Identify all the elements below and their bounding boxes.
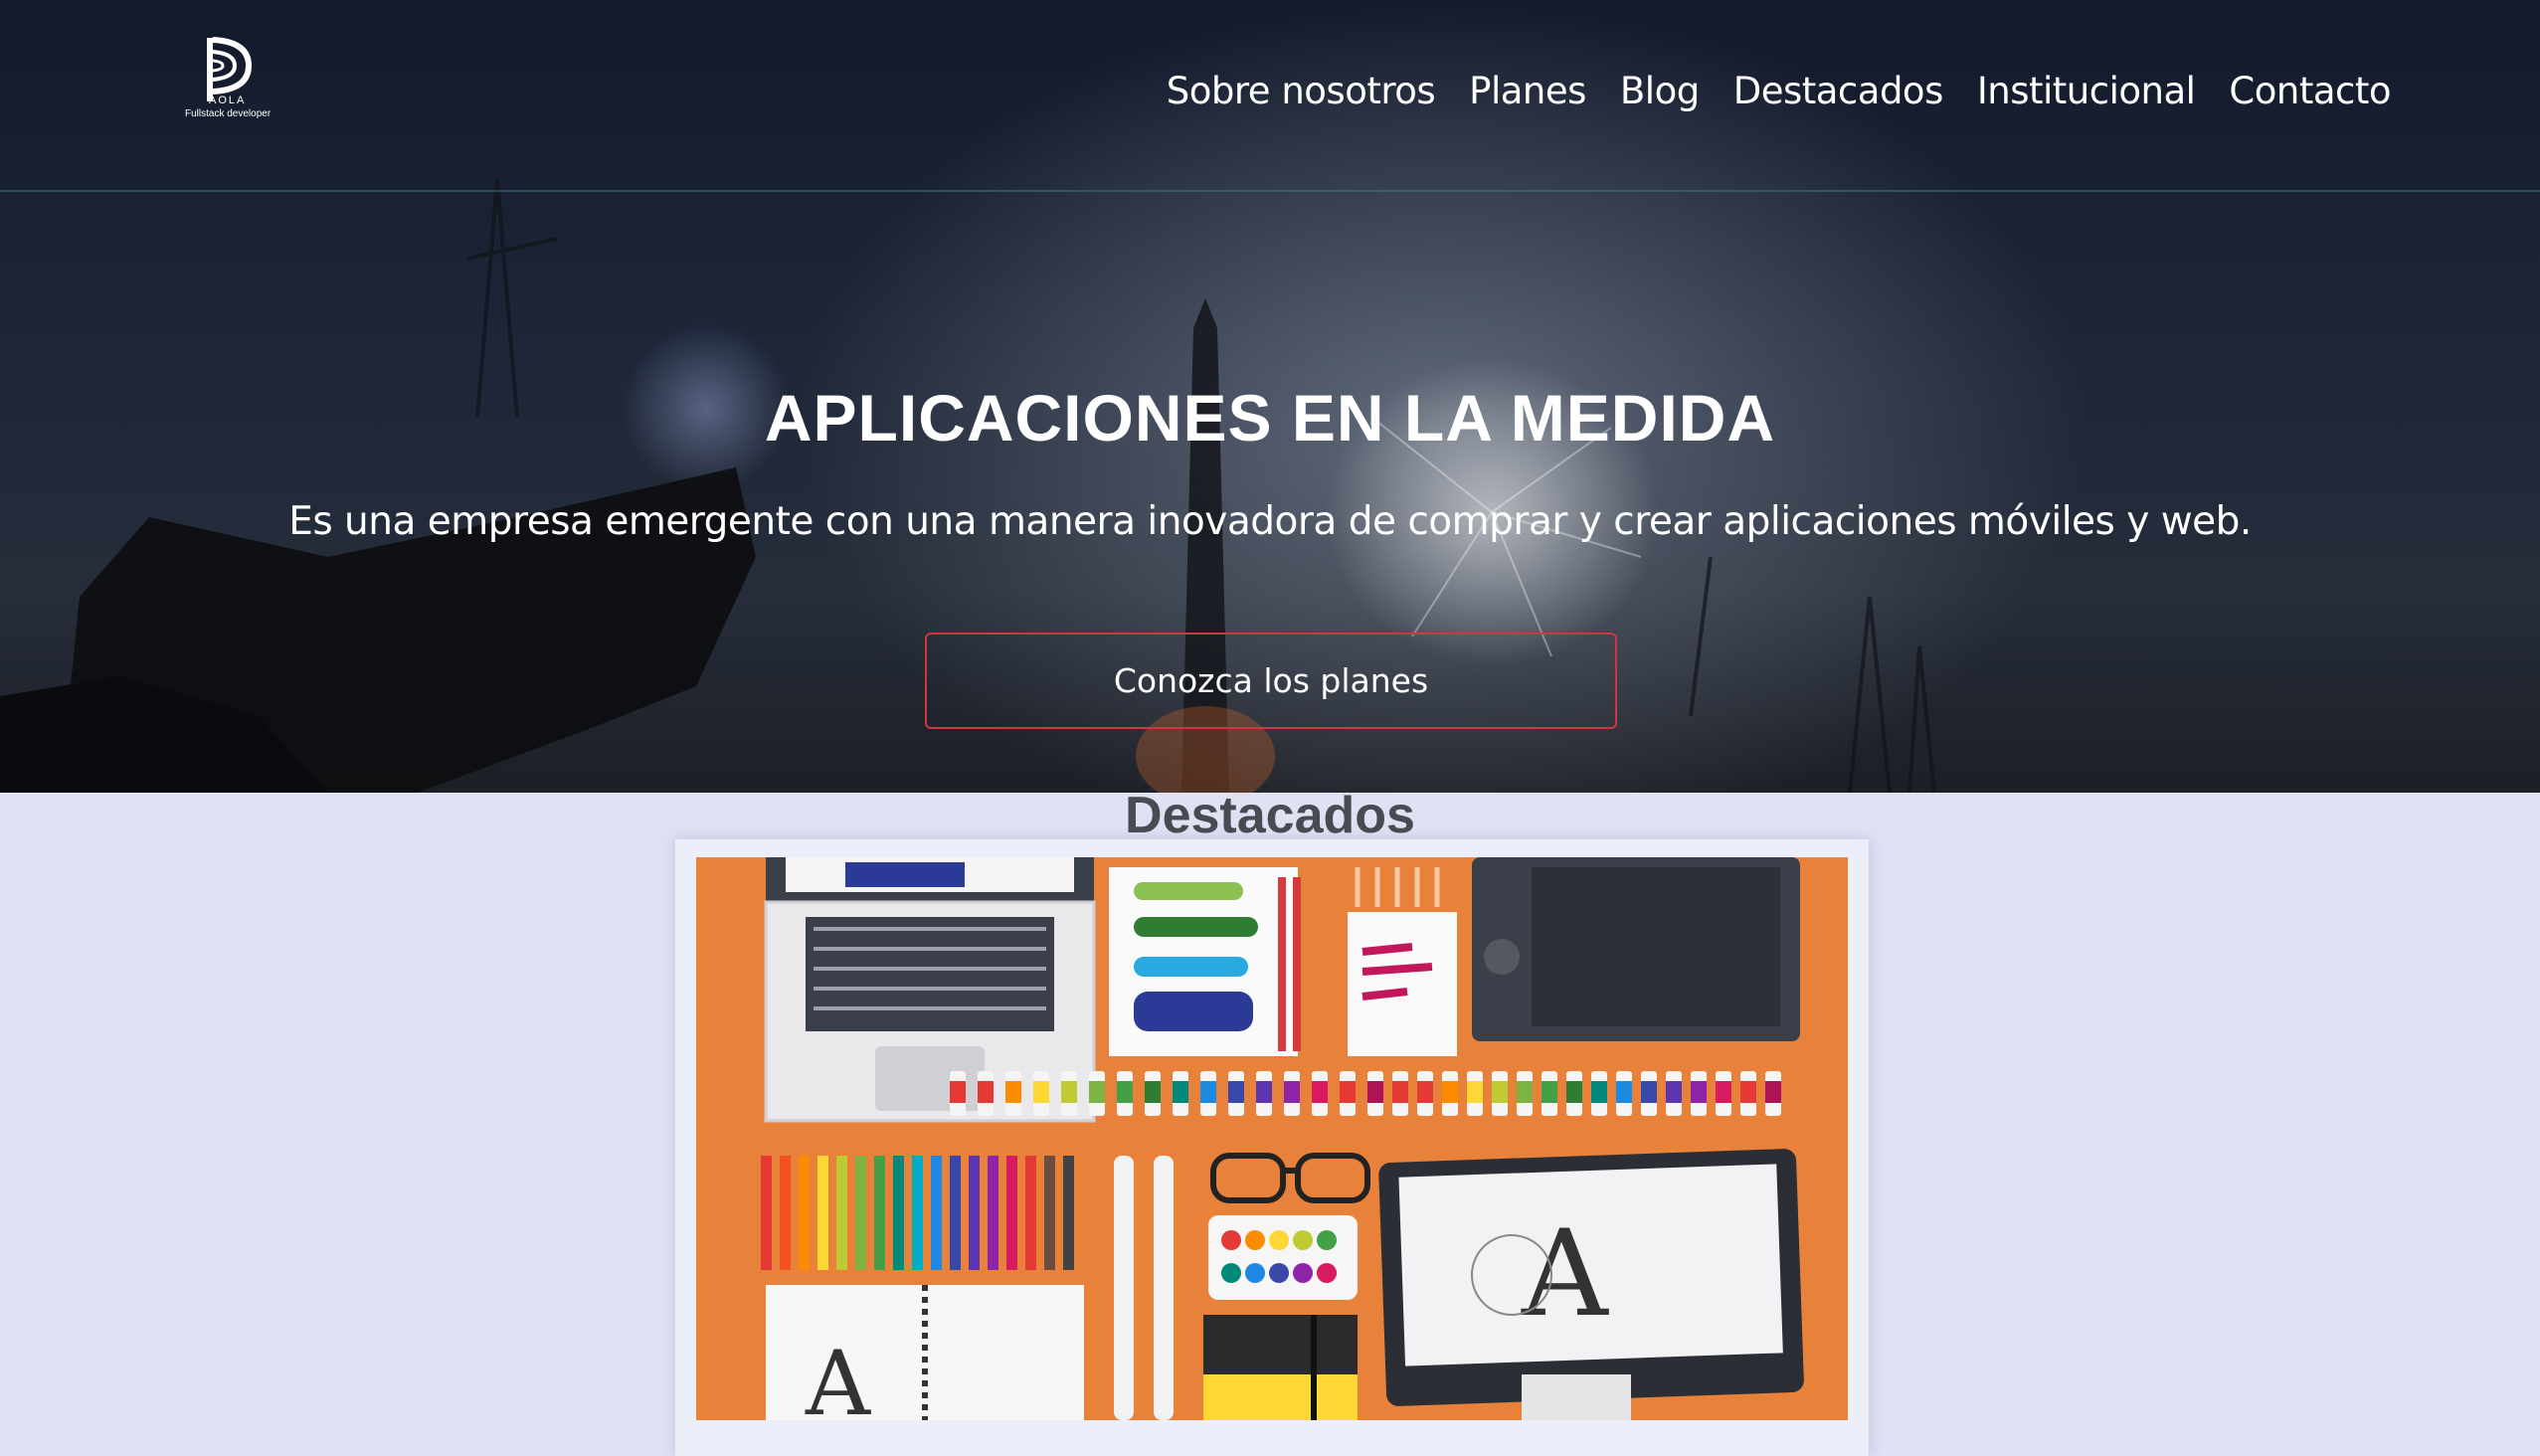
nav-link-planes[interactable]: Planes [1469,70,1586,112]
svg-text:A: A [1521,1205,1609,1344]
svg-text:A: A [805,1332,871,1420]
hero-subtitle: Es una empresa emergente con una manera … [288,499,2252,544]
logo-tagline: Fullstack developer [185,108,272,119]
nav-link-contacto[interactable]: Contacto [2229,70,2391,112]
nav-link-institucional[interactable]: Institucional [1977,70,2196,112]
hero-title: APLICACIONES EN LA MEDIDA [764,381,1776,455]
nav-link-blog[interactable]: Blog [1620,70,1700,112]
nav-link-sobre-nosotros[interactable]: Sobre nosotros [1167,70,1436,112]
plans-cta-button[interactable]: Conozca los planes [925,633,1617,729]
hero-banner: AOLA Fullstack developer Sobre nosotros … [0,0,2540,793]
top-navigation-bar: AOLA Fullstack developer Sobre nosotros … [0,0,2540,192]
featured-section-title: Destacados [1125,787,1415,844]
nav-link-destacados[interactable]: Destacados [1733,70,1944,112]
featured-card[interactable]: A A [675,839,1869,1456]
designer-desk-illustration-icon: A A [696,857,1848,1420]
main-menu: Sobre nosotros Planes Blog Destacados In… [1167,70,2392,112]
logo-letters: AOLA [209,94,247,106]
